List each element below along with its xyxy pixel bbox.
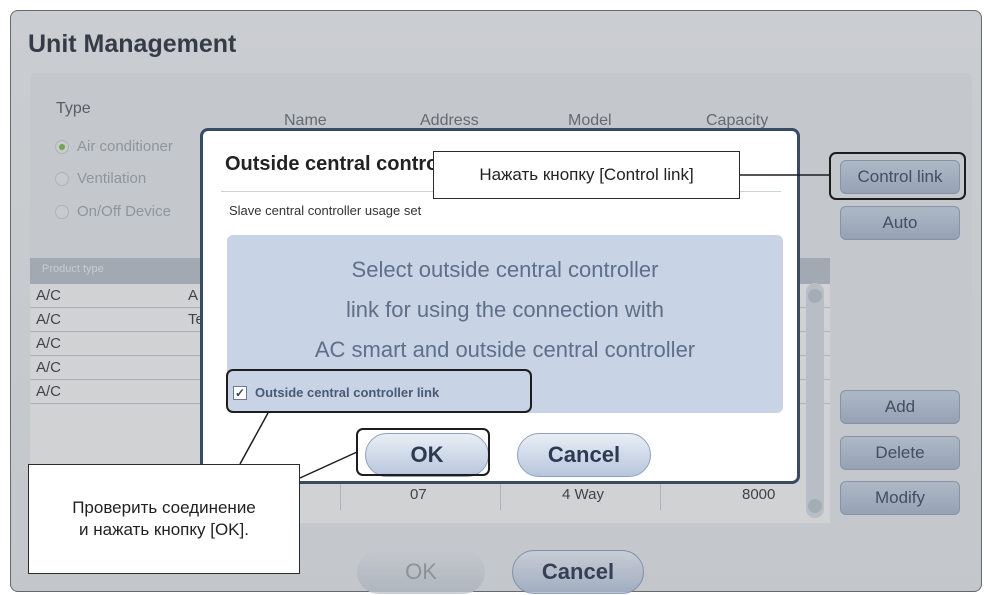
callout-ok-line: и нажать кнопку [OK]. [79, 520, 249, 539]
callout-ok-line: Проверить соединение [72, 497, 256, 517]
callout-ok: Проверить соединение и нажать кнопку [OK… [28, 464, 300, 574]
callout-control-link: Нажать кнопку [Control link] [433, 151, 740, 199]
